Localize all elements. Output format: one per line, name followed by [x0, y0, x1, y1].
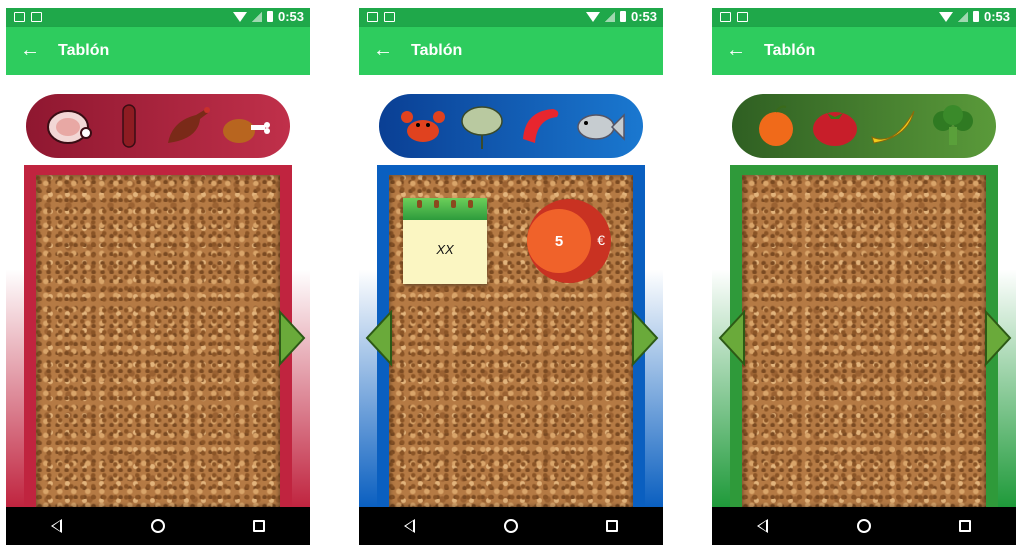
battery-icon — [266, 11, 273, 22]
status-bar: 0:53 — [712, 8, 1016, 27]
board-area — [712, 75, 1016, 507]
nav-recents-button[interactable] — [592, 511, 632, 541]
page-title: Tablón — [411, 42, 463, 59]
ray-icon — [460, 106, 503, 149]
system-nav-bar — [359, 507, 663, 545]
shrimp-icon — [522, 109, 558, 143]
status-bar: 0:53 — [359, 8, 663, 27]
arrow-left-icon[interactable]: ← — [20, 39, 40, 62]
board-area: XX 5 € — [359, 75, 663, 507]
wifi-icon — [938, 11, 953, 22]
mail-notification-icon — [737, 12, 748, 22]
battery-icon — [619, 11, 626, 22]
page-title: Tablón — [58, 42, 110, 59]
nav-home-button[interactable] — [844, 511, 884, 541]
battery-icon — [972, 11, 979, 22]
drumstick-icon — [222, 119, 270, 143]
signal-icon — [604, 11, 615, 22]
triangle-back-icon — [51, 519, 63, 533]
nav-home-button[interactable] — [138, 511, 178, 541]
image-notification-icon — [14, 12, 25, 22]
wifi-icon — [585, 11, 600, 22]
arrow-left-icon[interactable]: ← — [726, 39, 746, 62]
app-bar: ← Tablón — [6, 27, 310, 75]
app-bar: ← Tablón — [712, 27, 1016, 75]
fish-icon — [576, 113, 625, 141]
banana-icon — [870, 110, 914, 144]
ham-icon — [46, 110, 92, 144]
phone-screen-produce: 0:53 ← Tablón — [712, 8, 1016, 545]
previous-arrow-icon[interactable] — [365, 310, 393, 366]
nav-recents-button[interactable] — [945, 511, 985, 541]
triangle-back-icon — [404, 519, 416, 533]
board-area — [6, 75, 310, 507]
cork-board[interactable] — [36, 175, 280, 507]
image-notification-icon — [720, 12, 731, 22]
nav-back-button[interactable] — [37, 511, 77, 541]
category-pill[interactable] — [732, 94, 996, 158]
arrow-left-icon[interactable]: ← — [373, 39, 393, 62]
price-value: 5 — [554, 232, 564, 250]
mail-notification-icon — [384, 12, 395, 22]
next-arrow-icon[interactable] — [984, 310, 1012, 366]
circle-home-icon — [503, 519, 518, 533]
leg-ham-icon — [167, 107, 210, 143]
square-recents-icon — [959, 520, 972, 532]
app-bar: ← Tablón — [359, 27, 663, 75]
square-recents-icon — [606, 520, 619, 532]
system-nav-bar — [712, 507, 1016, 545]
system-nav-bar — [6, 507, 310, 545]
nav-back-button[interactable] — [390, 511, 430, 541]
sticky-note[interactable]: XX — [403, 198, 487, 284]
mail-notification-icon — [31, 12, 42, 22]
price-badge[interactable]: 5 € — [527, 199, 611, 283]
previous-arrow-icon[interactable] — [718, 310, 746, 366]
status-time: 0:53 — [983, 9, 1010, 24]
status-bar: 0:53 — [6, 8, 310, 27]
circle-home-icon — [856, 519, 871, 533]
cork-board[interactable] — [742, 175, 986, 507]
signal-icon — [251, 11, 262, 22]
nav-home-button[interactable] — [491, 511, 531, 541]
image-notification-icon — [367, 12, 378, 22]
broccoli-icon — [932, 105, 973, 145]
status-time: 0:53 — [277, 9, 304, 24]
nav-back-button[interactable] — [743, 511, 783, 541]
square-recents-icon — [253, 520, 266, 532]
bulletin-board-frame — [24, 165, 292, 507]
phone-screen-meat: 0:53 ← Tablón — [6, 8, 310, 545]
tomato-icon — [812, 112, 857, 146]
phone-screen-seafood: 0:53 ← Tablón XX 5 € — [359, 8, 663, 545]
nav-recents-button[interactable] — [239, 511, 279, 541]
crab-icon — [400, 111, 445, 142]
page-title: Tablón — [764, 42, 816, 59]
category-pill[interactable] — [379, 94, 643, 158]
next-arrow-icon[interactable] — [631, 310, 659, 366]
orange-icon — [758, 105, 793, 146]
next-arrow-icon[interactable] — [278, 310, 306, 366]
signal-icon — [957, 11, 968, 22]
currency-symbol: € — [597, 232, 605, 248]
status-time: 0:53 — [630, 9, 657, 24]
wifi-icon — [232, 11, 247, 22]
bulletin-board-frame — [730, 165, 998, 507]
note-header — [403, 198, 487, 220]
note-text: XX — [436, 242, 454, 257]
circle-home-icon — [150, 519, 165, 533]
category-pill[interactable] — [26, 94, 290, 158]
triangle-back-icon — [757, 519, 769, 533]
sausage-icon — [121, 104, 136, 148]
